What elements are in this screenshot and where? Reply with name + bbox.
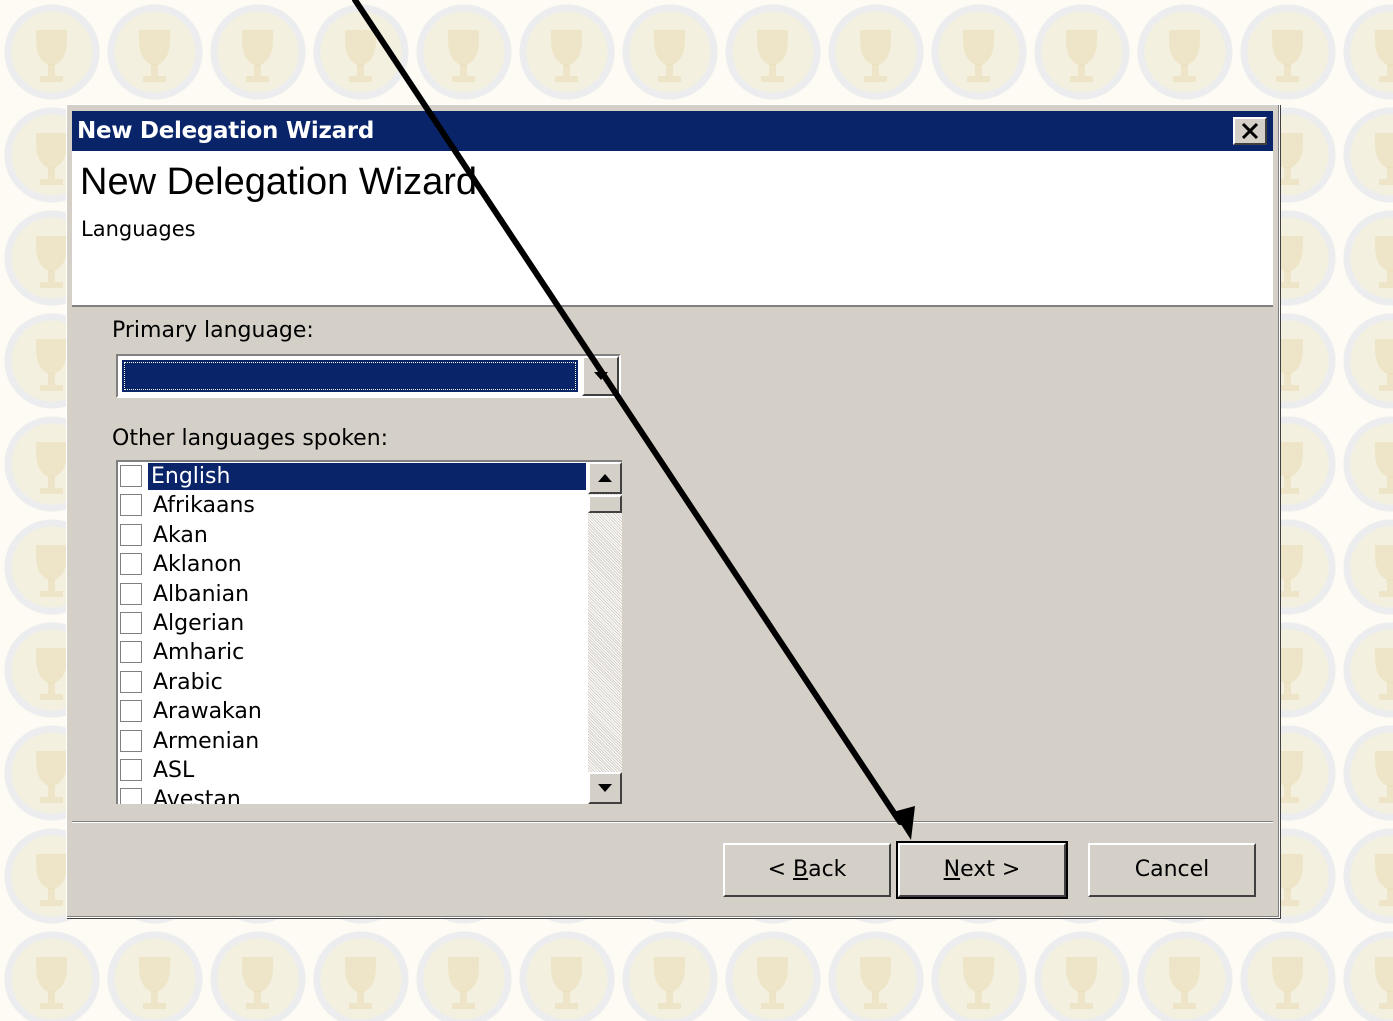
wizard-header: New Delegation Wizard Languages <box>72 151 1273 307</box>
dropdown-button[interactable] <box>582 356 619 396</box>
language-checkbox[interactable] <box>120 553 142 576</box>
language-items: English Afrikaans Akan Aklanon Albanian Alger… <box>118 462 588 804</box>
language-label: Avestan <box>153 787 241 804</box>
list-item[interactable]: Aklanon <box>118 550 588 579</box>
arrow-down-icon <box>598 784 612 792</box>
window-title: New Delegation Wizard <box>77 118 374 144</box>
next-button-label: ext > <box>960 857 1021 882</box>
language-label: Akan <box>153 522 208 548</box>
language-checkbox[interactable] <box>120 729 142 752</box>
language-checkbox[interactable] <box>120 700 142 723</box>
primary-language-value <box>122 360 578 392</box>
back-button-label: ack <box>808 857 847 882</box>
language-label: ASL <box>153 757 195 783</box>
language-checkbox[interactable] <box>120 465 142 487</box>
chevron-down-icon <box>593 372 608 380</box>
language-label: English <box>148 463 586 490</box>
vertical-scrollbar[interactable] <box>588 462 622 804</box>
language-label: Aklanon <box>153 552 242 578</box>
back-button-mnemonic: B <box>793 857 809 882</box>
other-languages-label: Other languages spoken: <box>112 426 389 451</box>
wizard-page-subtitle: Languages <box>81 217 196 241</box>
language-checkbox[interactable] <box>120 670 142 693</box>
language-label: Arawakan <box>153 699 262 725</box>
list-item[interactable]: Algerian <box>118 609 588 638</box>
list-item[interactable]: ASL <box>118 756 588 785</box>
list-item[interactable]: Arabic <box>118 668 588 697</box>
language-label: Armenian <box>153 728 260 754</box>
language-label: Albanian <box>153 581 250 607</box>
list-item[interactable]: Albanian <box>118 580 588 609</box>
cancel-button[interactable]: Cancel <box>1088 843 1256 897</box>
list-item[interactable]: Akan <box>118 521 588 550</box>
language-checkbox[interactable] <box>120 523 142 546</box>
next-button-mnemonic: N <box>943 857 961 882</box>
back-button-prefix: < <box>767 857 793 882</box>
scroll-down-button[interactable] <box>588 772 622 804</box>
language-checkbox[interactable] <box>120 758 142 781</box>
arrow-up-icon <box>598 474 612 482</box>
title-bar[interactable]: New Delegation Wizard <box>72 111 1273 151</box>
list-item[interactable]: English <box>118 462 588 491</box>
close-icon <box>1241 122 1259 140</box>
primary-language-dropdown[interactable] <box>116 354 621 398</box>
scroll-up-button[interactable] <box>588 462 622 494</box>
list-item[interactable]: Arawakan <box>118 697 588 726</box>
language-checkbox[interactable] <box>120 494 142 517</box>
language-checkbox[interactable] <box>120 582 142 605</box>
close-button[interactable] <box>1233 117 1267 145</box>
next-button[interactable]: Next > <box>896 841 1068 899</box>
list-item[interactable]: Amharic <box>118 638 588 667</box>
primary-language-label: Primary language: <box>112 318 314 343</box>
language-label: Afrikaans <box>153 493 255 519</box>
scroll-thumb[interactable] <box>588 495 622 513</box>
back-button[interactable]: < Back <box>723 843 891 897</box>
button-separator <box>72 821 1273 823</box>
wizard-dialog: New Delegation Wizard New Delegation Wiz… <box>66 104 1280 918</box>
language-label: Arabic <box>153 669 223 695</box>
language-checkbox[interactable] <box>120 641 142 664</box>
language-checkbox[interactable] <box>120 611 142 634</box>
list-item[interactable]: Avestan <box>118 785 588 804</box>
language-checkbox[interactable] <box>120 788 142 804</box>
other-languages-list[interactable]: English Afrikaans Akan Aklanon Albanian Alger… <box>116 460 622 804</box>
language-label: Amharic <box>153 640 245 666</box>
list-item[interactable]: Afrikaans <box>118 491 588 520</box>
language-label: Algerian <box>153 610 245 636</box>
list-item[interactable]: Armenian <box>118 727 588 756</box>
wizard-page-title: New Delegation Wizard <box>80 161 478 203</box>
